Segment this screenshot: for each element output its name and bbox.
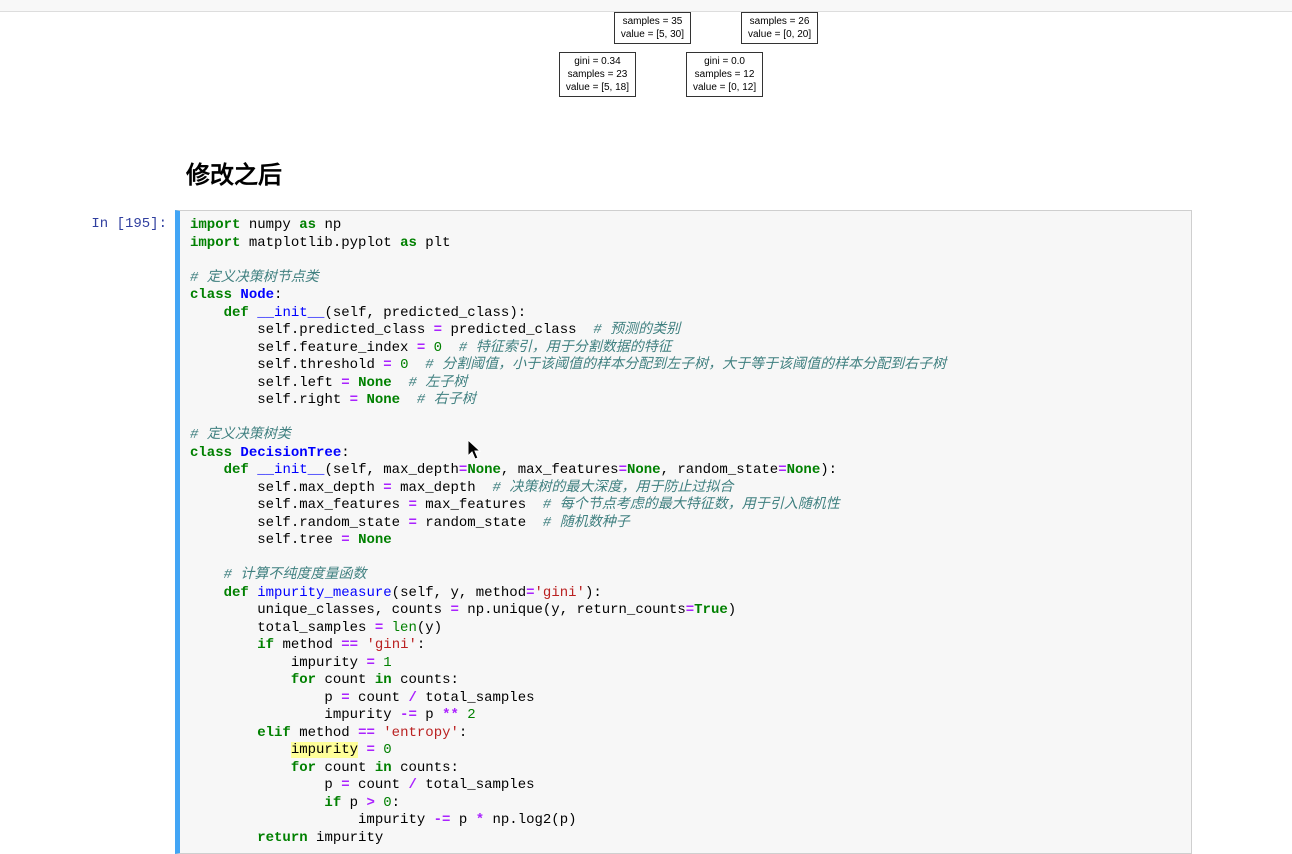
tree-node: samples = 26 value = [0, 20] <box>741 12 818 44</box>
heading-modified-after: 修改之后 <box>186 155 1292 190</box>
input-prompt: In [195]: <box>80 210 175 854</box>
notebook-cell: In [195]: import numpy as np import matp… <box>80 210 1292 854</box>
tree-node: gini = 0.0 samples = 12 value = [0, 12] <box>686 52 763 97</box>
code-input[interactable]: import numpy as np import matplotlib.pyp… <box>175 210 1192 854</box>
tree-node: samples = 35 value = [5, 30] <box>614 12 691 44</box>
tree-node: gini = 0.34 samples = 23 value = [5, 18] <box>559 52 636 97</box>
toolbar <box>0 0 1292 12</box>
code-content[interactable]: import numpy as np import matplotlib.pyp… <box>190 217 1181 847</box>
decision-tree-diagram: samples = 35 value = [5, 30] samples = 2… <box>0 12 1292 125</box>
